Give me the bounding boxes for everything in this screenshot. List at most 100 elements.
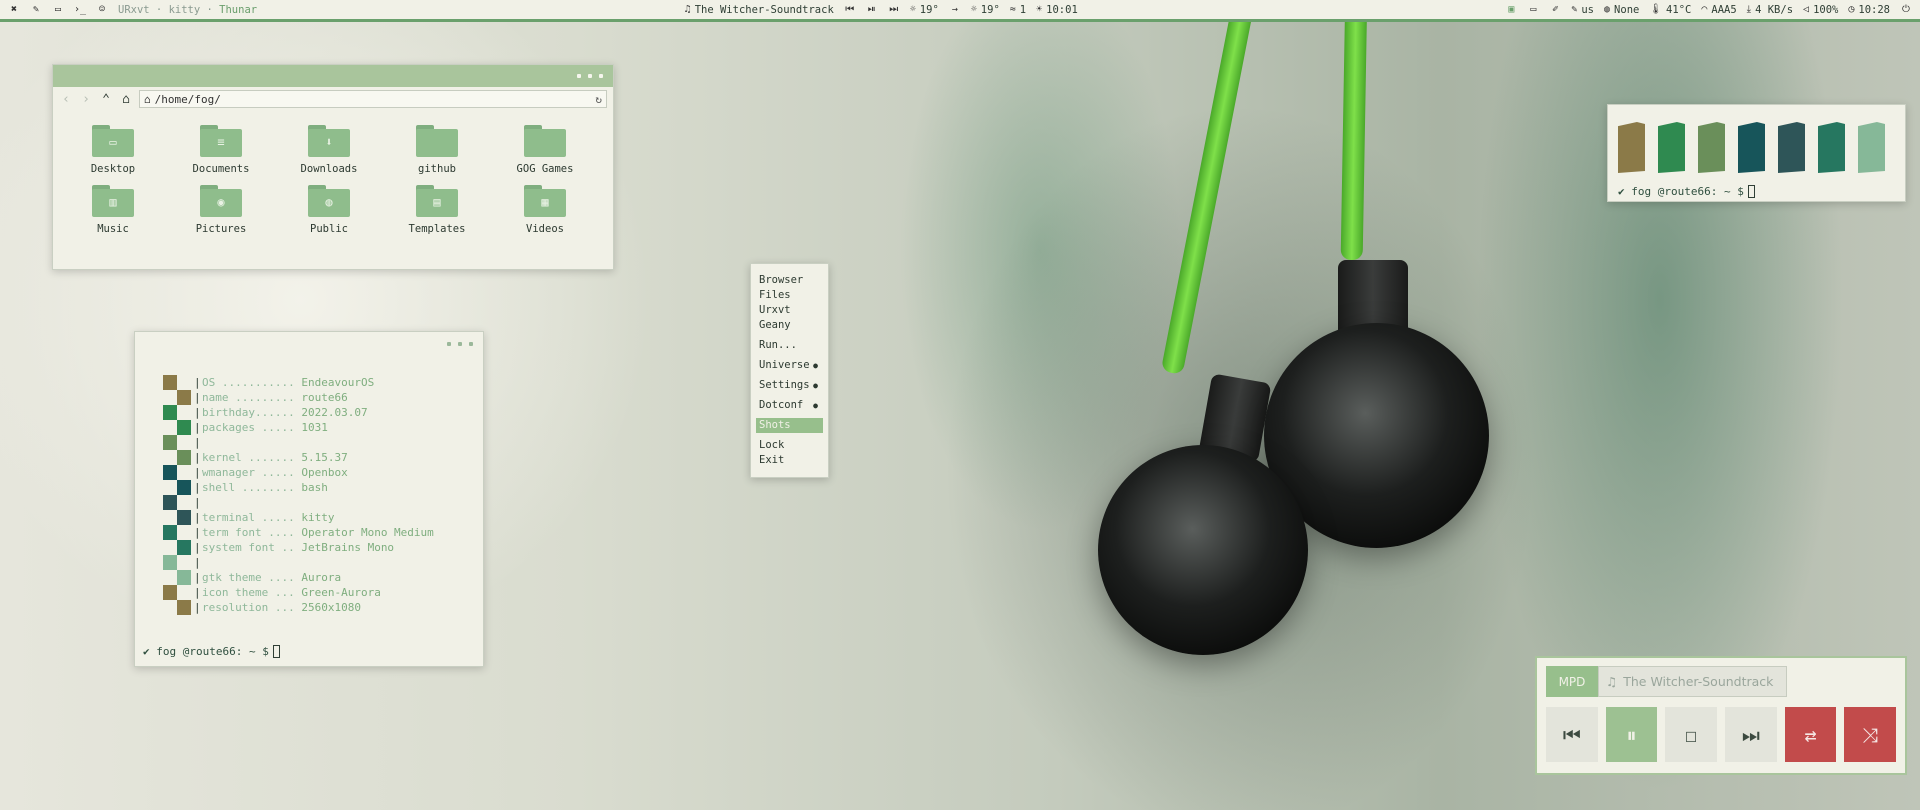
cpu-temp: 🌡 41°C [1649, 3, 1692, 16]
mpd-header: MPD ♫ The Witcher-Soundtrack [1546, 666, 1896, 697]
maximize-button[interactable] [588, 74, 592, 78]
song-title: The Witcher-Soundtrack [1623, 674, 1774, 689]
menu-item-lock[interactable]: Lock [751, 438, 828, 453]
pause-icon: ⏸ [1626, 722, 1637, 747]
folder-item[interactable]: github [383, 125, 491, 175]
menu-item-label: Lock [759, 439, 785, 451]
repeat-button[interactable]: ⇄ [1784, 707, 1837, 762]
location-bar[interactable]: ⌂ /home/fog/ ↻ [139, 90, 607, 108]
maximize-button[interactable] [458, 342, 462, 346]
pause-button[interactable]: ⏸ [1605, 707, 1658, 762]
menu-item-urxvt[interactable]: Urxvt [751, 303, 828, 318]
separator: | [194, 556, 201, 569]
fetch-key: term font .... [202, 526, 302, 539]
folder-item[interactable]: ⬇ Downloads [275, 125, 383, 175]
folder-label: Videos [526, 223, 564, 235]
edit-icon[interactable]: ✎ [30, 4, 42, 15]
play-pause-icon[interactable]: ⏯ [866, 4, 878, 15]
window-list[interactable]: URxvt · kitty · Thunar [118, 4, 257, 16]
net-speed: ⤓ 4 KB/s [1746, 3, 1794, 16]
minimize-button[interactable] [577, 74, 581, 78]
now-playing[interactable]: ♫ The Witcher-Soundtrack [685, 4, 834, 16]
mpd-song: ♫ The Witcher-Soundtrack [1598, 666, 1787, 697]
color-block [163, 495, 177, 510]
power-icon[interactable]: ⏻ [1900, 4, 1912, 15]
fetch-line: | [163, 555, 434, 570]
fetch-key: terminal ..... [202, 511, 302, 524]
globe-icon: ◍ [308, 185, 350, 217]
menu-item-exit[interactable]: Exit [751, 453, 828, 468]
menu-item-geany[interactable]: Geany [751, 318, 828, 333]
fetch-value: bash [301, 481, 328, 494]
mpd-controls: ⏮ ⏸ ☐ ⏭ ⇄ ⤨ [1546, 707, 1897, 762]
folder-grid: ▭ Desktop ≡ Documents ⬇ Downloads github GOG Ga… [53, 111, 613, 235]
close-button[interactable] [599, 74, 603, 78]
up-icon[interactable]: ⌃ [99, 92, 113, 107]
home-icon[interactable]: ⌂ [119, 92, 133, 107]
fetch-value: EndeavourOS [301, 376, 375, 389]
color-block [177, 510, 191, 525]
separator: | [194, 541, 201, 554]
folder-item[interactable]: ◉ Pictures [167, 185, 275, 235]
separator: | [194, 601, 201, 614]
root-menu: Browser Files Urxvt Geany Run... Universe ● Set… [750, 263, 829, 478]
menu-item-run[interactable]: Run... [751, 338, 828, 353]
menu-item-label: Geany [759, 319, 791, 331]
palette-terminal[interactable]: ✔ fog @route66: ~ $ [1607, 104, 1906, 202]
fetch-value: 5.15.37 [301, 451, 348, 464]
folder-item[interactable]: ◍ Public [275, 185, 383, 235]
folder-item[interactable]: ≡ Documents [167, 125, 275, 175]
folder-item[interactable]: ▥ Music [59, 185, 167, 235]
close-button[interactable] [469, 342, 473, 346]
menu-item-universe[interactable]: Universe ● [751, 358, 828, 373]
fetch-terminal[interactable]: | OS ........... EndeavourOS | name .......… [134, 331, 484, 667]
shuffle-button[interactable]: ⤨ [1844, 707, 1897, 762]
folder-item[interactable]: ▭ Desktop [59, 125, 167, 175]
sunrise: ☀ 10:01 [1036, 3, 1078, 16]
folder-item[interactable]: GOG Games [491, 125, 599, 175]
volume[interactable]: ◁ 100% [1803, 4, 1838, 16]
clock[interactable]: ◷ 10:28 [1848, 4, 1890, 16]
pen-icon[interactable]: ✐ [1549, 4, 1561, 15]
menu-item-shots[interactable]: Shots [756, 418, 823, 433]
color-block [163, 585, 177, 600]
folder-item[interactable]: ▦ Videos [491, 185, 599, 235]
menu-item-settings[interactable]: Settings ● [751, 378, 828, 393]
color-block [177, 600, 191, 615]
updates[interactable]: ◍ None [1604, 4, 1639, 16]
next-button[interactable]: ⏭ [1725, 707, 1777, 762]
launcher-icon[interactable]: ✖ [8, 4, 20, 15]
previous-icon[interactable]: ⏮ [844, 4, 856, 15]
refresh-icon[interactable]: ↻ [595, 93, 602, 106]
forward-icon[interactable]: › [79, 92, 93, 107]
stop-button[interactable]: ☐ [1665, 707, 1718, 762]
next-icon[interactable]: ⏭ [888, 4, 900, 15]
window-titlebar[interactable] [53, 65, 613, 87]
fetch-value: Aurora [301, 571, 342, 584]
text-cursor [1747, 185, 1755, 198]
file-manager-toolbar: ‹ › ⌃ ⌂ ⌂ /home/fog/ ↻ [53, 87, 613, 111]
menu-item-browser[interactable]: Browser [751, 273, 828, 288]
screenshot-icon[interactable]: ☺ [96, 4, 108, 15]
fetch-key: wmanager ..... [202, 466, 302, 479]
folder-item[interactable]: ▤ Templates [383, 185, 491, 235]
monitor-icon[interactable]: ▣ [1505, 4, 1517, 15]
network[interactable]: ◠ AAA5 [1701, 4, 1736, 16]
back-icon[interactable]: ‹ [59, 92, 73, 107]
folder-label: Documents [192, 163, 250, 175]
color-block [163, 480, 177, 495]
keyboard-layout[interactable]: ✎ us [1571, 4, 1594, 16]
screen-icon[interactable]: ▭ [1527, 4, 1539, 15]
menu-item-dotconf[interactable]: Dotconf ● [751, 398, 828, 413]
menu-item-files[interactable]: Files [751, 288, 828, 303]
previous-button[interactable]: ⏮ [1546, 707, 1598, 762]
color-block [177, 465, 191, 480]
folder-label: Desktop [90, 163, 136, 175]
terminal-icon[interactable]: ›_ [74, 4, 86, 15]
color-block [163, 510, 177, 525]
minimize-button[interactable] [447, 342, 451, 346]
folder-icon[interactable]: ▭ [52, 4, 64, 15]
color-swatch [1738, 122, 1765, 173]
arrow-right-icon: → [951, 4, 958, 15]
fetch-value: Green-Aurora [301, 586, 381, 599]
